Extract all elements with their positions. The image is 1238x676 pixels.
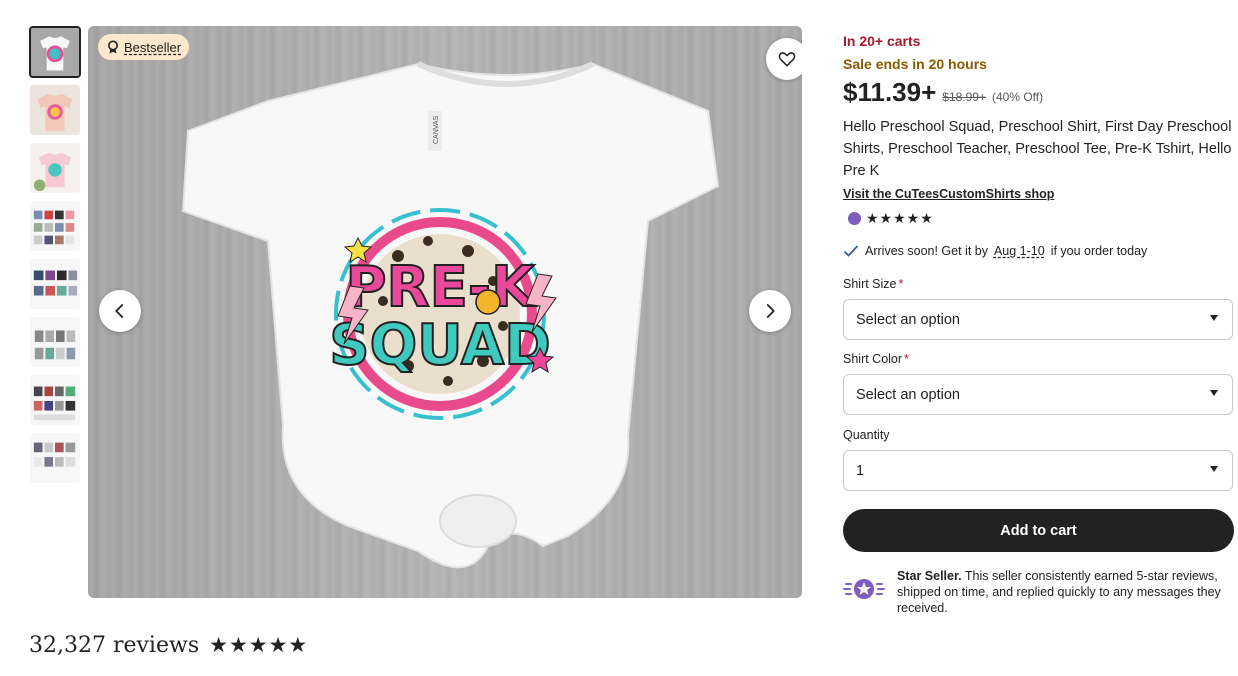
caret-down-icon (1210, 466, 1218, 472)
caret-down-icon (1210, 315, 1218, 321)
shirt-color-label-text: Shirt Color (843, 352, 903, 366)
discount-percent: (40% Off) (992, 90, 1044, 104)
sale-ends-notice: Sale ends in 20 hours (843, 56, 987, 72)
chevron-right-icon (766, 304, 775, 318)
thumbnail-2[interactable] (29, 84, 81, 136)
star-seller-badge-icon (848, 212, 861, 225)
star-seller-heading: Star Seller. (897, 569, 962, 583)
bestseller-badge: Bestseller (98, 34, 190, 60)
shop-rating-stars: ★★★★★ (866, 210, 934, 226)
add-to-cart-button[interactable]: Add to cart (843, 509, 1234, 552)
award-ribbon-icon (108, 40, 118, 54)
shirt-color-value: Select an option (856, 386, 960, 403)
quantity-label: Quantity (843, 428, 890, 442)
shirt-size-label: Shirt Size * (843, 277, 903, 291)
in-carts-notice: In 20+ carts (843, 33, 921, 49)
thumbnail-4[interactable] (29, 200, 81, 252)
star-seller-icon (843, 574, 885, 616)
bestseller-label: Bestseller (124, 39, 182, 55)
thumbnail-5[interactable] (29, 258, 81, 310)
star-seller-info: Star Seller. This seller consistently ea… (843, 568, 1235, 616)
reviews-count: 32,327 reviews (29, 633, 200, 658)
thumbnail-3[interactable] (29, 142, 81, 194)
thumbnail-strip (29, 26, 83, 490)
previous-image-button[interactable] (99, 290, 141, 332)
neck-tag-text: CANVAS (433, 115, 440, 144)
next-image-button[interactable] (749, 290, 791, 332)
shirt-size-value: Select an option (856, 311, 960, 328)
thumbnail-8[interactable] (29, 432, 81, 484)
caret-down-icon (1210, 390, 1218, 396)
original-price: $18.99+ (942, 90, 986, 104)
required-marker: * (904, 352, 909, 366)
required-marker: * (898, 277, 904, 291)
graphic-line-2: SQUAD (329, 313, 551, 378)
graphic-line-1: PRE-K (345, 255, 537, 320)
star-seller-description: Star Seller. This seller consistently ea… (897, 568, 1235, 616)
chevron-left-icon (115, 304, 124, 318)
visit-shop-link[interactable]: Visit the CuTeesCustomShirts shop (843, 187, 1054, 201)
main-product-image[interactable]: CANVAS PRE-K SQUAD Bestseller (88, 26, 802, 598)
shop-rating[interactable]: ★★★★★ (848, 210, 934, 227)
price-row: $11.39+ $18.99+ (40% Off) (843, 77, 1043, 108)
reviews-header: 32,327 reviews ★★★★★ (29, 633, 308, 658)
delivery-estimate: Arrives soon! Get it by Aug 1-10 if you … (843, 244, 1147, 258)
quantity-select[interactable]: 1 (843, 450, 1233, 491)
shirt-size-label-text: Shirt Size (843, 277, 897, 291)
shirt-color-label: Shirt Color * (843, 352, 909, 366)
shirt-color-select[interactable]: Select an option (843, 374, 1233, 415)
sale-price: $11.39+ (843, 77, 937, 107)
tshirt-photo: CANVAS PRE-K SQUAD (88, 26, 802, 598)
checkmark-icon (843, 245, 859, 257)
shirt-size-select[interactable]: Select an option (843, 299, 1233, 340)
heart-icon (778, 52, 796, 67)
thumbnail-1[interactable] (29, 26, 81, 78)
arrives-date[interactable]: Aug 1-10 (994, 244, 1045, 258)
thumbnail-7[interactable] (29, 374, 81, 426)
reviews-rating-stars: ★★★★★ (209, 634, 309, 657)
quantity-value: 1 (856, 462, 865, 479)
arrives-suffix: if you order today (1050, 244, 1148, 258)
thumbnail-6[interactable] (29, 316, 81, 368)
favorite-button[interactable] (766, 38, 802, 80)
listing-title: Hello Preschool Squad, Preschool Shirt, … (843, 119, 1232, 179)
arrives-prefix: Arrives soon! Get it by (865, 244, 988, 258)
